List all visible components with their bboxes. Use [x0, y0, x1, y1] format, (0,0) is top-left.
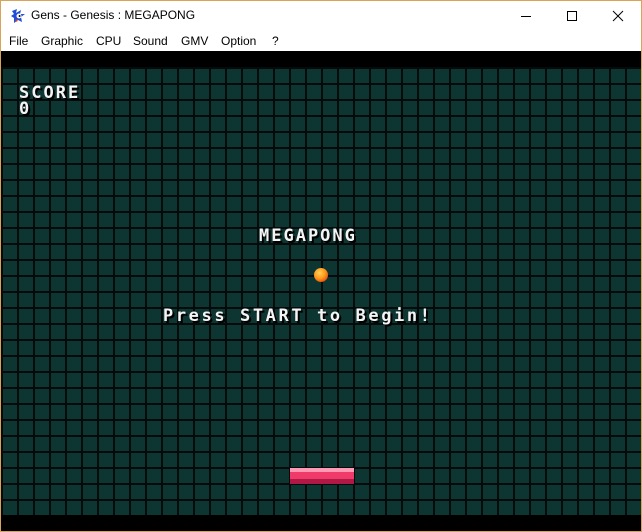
game-title: MEGAPONG — [259, 226, 357, 246]
close-icon — [612, 10, 624, 22]
title-bar[interactable]: Gens - Genesis : MEGAPONG — [1, 1, 641, 31]
score-value: 0 — [19, 99, 32, 119]
close-button[interactable] — [595, 1, 641, 31]
paddle-shadow — [290, 479, 354, 484]
menu-graphic[interactable]: Graphic — [41, 34, 83, 48]
ball — [314, 268, 328, 282]
grid-background — [1, 67, 641, 515]
maximize-icon — [567, 11, 577, 21]
press-start-prompt: Press START to Begin! — [163, 306, 433, 326]
menu-option[interactable]: Option — [221, 34, 256, 48]
game-screen[interactable]: SCORE 0 MEGAPONG Press START to Begin! — [1, 51, 641, 531]
menu-help[interactable]: ? — [272, 34, 279, 48]
paddle-highlight — [290, 468, 354, 472]
menu-gmv[interactable]: GMV — [181, 34, 208, 48]
minimize-icon — [521, 16, 531, 17]
menu-cpu[interactable]: CPU — [96, 34, 121, 48]
menu-sound[interactable]: Sound — [133, 34, 168, 48]
menu-file[interactable]: File — [9, 34, 28, 48]
menu-bar: File Graphic CPU Sound GMV Option ? — [1, 31, 641, 51]
window-title: Gens - Genesis : MEGAPONG — [31, 8, 196, 22]
sonic-icon[interactable] — [10, 8, 26, 24]
gens-emulator-window: Gens - Genesis : MEGAPONG File Graphic C… — [0, 0, 642, 532]
maximize-button[interactable] — [549, 1, 595, 31]
minimize-button[interactable] — [503, 1, 549, 31]
paddle — [290, 468, 354, 484]
